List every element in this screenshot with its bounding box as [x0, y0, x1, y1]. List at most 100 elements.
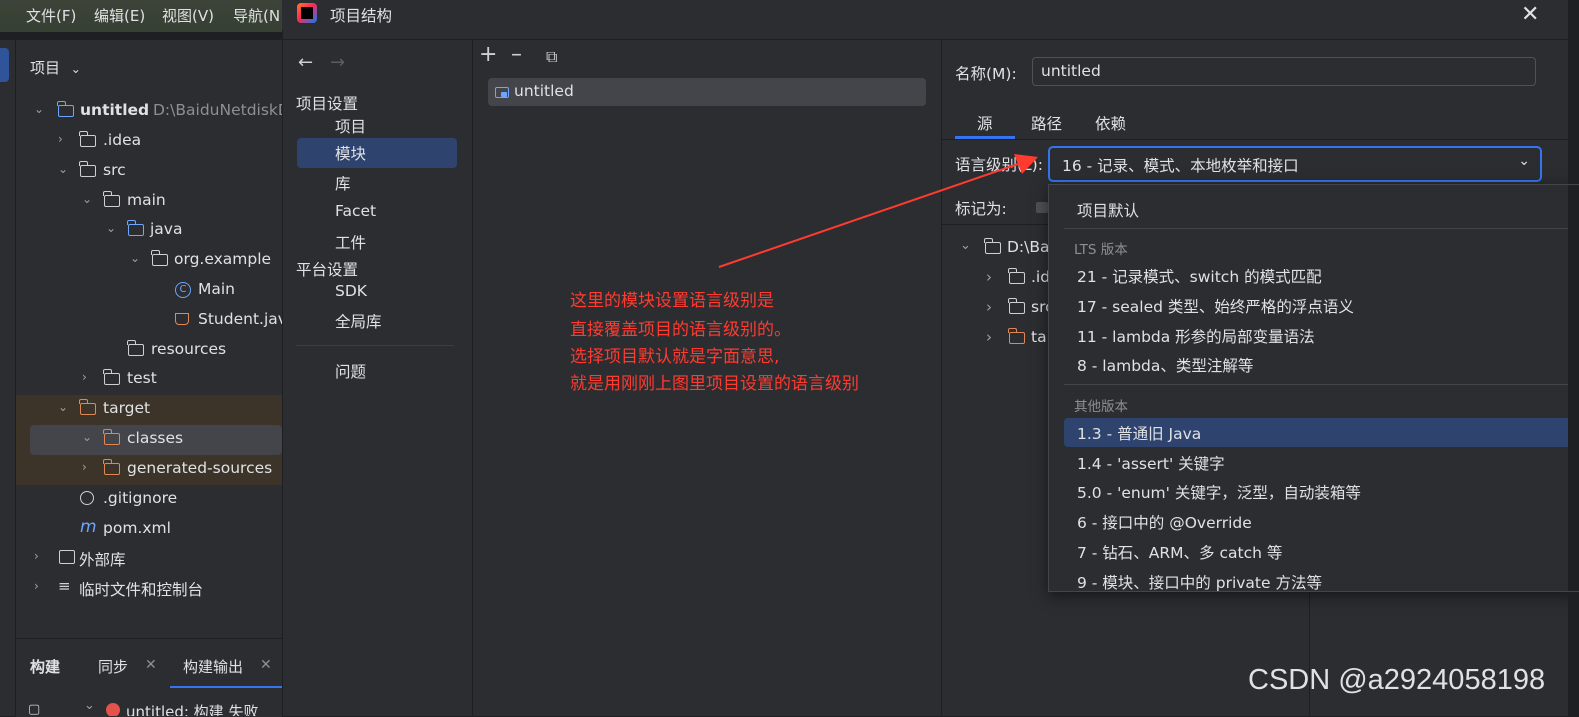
tree-row-external-libraries[interactable]: › 外部库: [16, 544, 282, 574]
option-java-21[interactable]: 21 - 记录模式、switch 的模式匹配: [1064, 261, 1579, 290]
project-panel-header[interactable]: 项目 ⌄: [30, 57, 81, 78]
tree-row-resources[interactable]: resources: [16, 336, 282, 366]
chevron-down-icon[interactable]: ⌄: [106, 222, 118, 234]
excluded-folder-icon: [103, 429, 120, 445]
tree-row-pom[interactable]: m pom.xml: [16, 515, 282, 545]
tab-sources[interactable]: 源: [977, 112, 993, 134]
tree-row-idea[interactable]: › .idea: [16, 127, 282, 157]
close-icon[interactable]: ✕: [260, 657, 272, 673]
nav-item-artifacts[interactable]: 工件: [297, 227, 457, 257]
option-java-9[interactable]: 9 - 模块、接口中的 private 方法等: [1064, 567, 1579, 591]
tree-label: target: [103, 399, 151, 417]
tree-row-generated-sources[interactable]: › generated-sources: [16, 455, 282, 485]
dropdown-divider: [1064, 228, 1579, 229]
remove-icon[interactable]: –: [511, 44, 522, 66]
tree-row-student[interactable]: Student.jav: [16, 306, 287, 336]
option-java-6[interactable]: 6 - 接口中的 @Override: [1064, 507, 1579, 536]
chevron-right-icon[interactable]: ›: [82, 371, 94, 383]
option-java-5[interactable]: 5.0 - 'enum' 关键字，泛型，自动装箱等: [1064, 477, 1579, 506]
panel-divider: [1309, 592, 1310, 716]
window-edge: [1568, 0, 1579, 716]
chevron-down-icon[interactable]: ⌄: [58, 401, 70, 413]
tree-row-test[interactable]: › test: [16, 365, 282, 395]
nav-item-project[interactable]: 项目: [297, 111, 457, 141]
forward-arrow-icon[interactable]: →: [330, 52, 345, 73]
nav-item-modules[interactable]: 模块: [297, 138, 457, 168]
close-icon[interactable]: ✕: [145, 657, 157, 673]
tree-row-main-class[interactable]: C Main: [16, 276, 282, 306]
tree-row-gitignore[interactable]: .gitignore: [16, 485, 282, 515]
module-list-item[interactable]: untitled: [488, 78, 926, 106]
chevron-down-icon[interactable]: ⌄: [82, 431, 94, 443]
chevron-down-icon[interactable]: ⌄: [84, 699, 95, 713]
nav-item-sdk[interactable]: SDK: [297, 278, 457, 308]
tree-row-src[interactable]: ⌄ src: [16, 157, 282, 187]
close-icon[interactable]: ✕: [1521, 2, 1539, 27]
source-folder-icon: [127, 220, 144, 236]
chevron-down-icon: ⌄: [1518, 153, 1530, 169]
option-label: 11 - lambda 形参的局部变量语法: [1077, 328, 1315, 346]
chevron-down-icon[interactable]: ⌄: [82, 193, 94, 205]
folder-icon: [103, 369, 120, 385]
nav-item-problems[interactable]: 问题: [297, 356, 457, 386]
tree-row-scratches[interactable]: › ≡ 临时文件和控制台: [16, 574, 282, 604]
nav-item-facets[interactable]: Facet: [297, 198, 457, 228]
option-java-17[interactable]: 17 - sealed 类型、始终严格的浮点语义: [1064, 291, 1579, 320]
excluded-folder-icon: [79, 399, 96, 415]
language-level-select[interactable]: 16 - 记录、模式、本地枚举和接口 ⌄: [1048, 146, 1542, 182]
menu-navigate[interactable]: 导航(N: [233, 5, 280, 26]
copy-icon[interactable]: ⧉: [546, 46, 557, 68]
menu-file[interactable]: 文件(F): [26, 5, 76, 26]
option-java-11[interactable]: 11 - lambda 形参的局部变量语法: [1064, 321, 1579, 350]
nav-label: Facet: [335, 202, 377, 220]
folder-icon: [79, 161, 96, 177]
nav-label: SDK: [335, 282, 367, 300]
option-label: 7 - 钻石、ARM、多 catch 等: [1077, 544, 1283, 562]
tree-row-main[interactable]: ⌄ main: [16, 187, 282, 217]
nav-label: 模块: [335, 145, 367, 163]
tree-row-untitled[interactable]: ⌄ untitled D:\BaiduNetdiskD: [16, 97, 290, 127]
chevron-right-icon[interactable]: ›: [34, 550, 46, 562]
error-icon: [106, 703, 120, 716]
ignore-file-icon: [80, 491, 94, 505]
chevron-right-icon[interactable]: ›: [82, 461, 94, 473]
chevron-right-icon[interactable]: ›: [58, 133, 70, 145]
tree-label: test: [127, 369, 157, 387]
menu-view[interactable]: 视图(V): [162, 5, 214, 26]
chevron-down-icon[interactable]: ⌄: [130, 252, 142, 264]
nav-item-global-libraries[interactable]: 全局库: [297, 306, 457, 336]
tab-dependencies[interactable]: 依赖: [1095, 112, 1126, 134]
tree-row-target[interactable]: ⌄ target: [16, 395, 282, 425]
option-java-1-4[interactable]: 1.4 - 'assert' 关键字: [1064, 448, 1579, 477]
chevron-right-icon[interactable]: ›: [986, 298, 992, 316]
option-java-1-3[interactable]: 1.3 - 普通旧 Java: [1064, 418, 1579, 447]
chevron-right-icon[interactable]: ›: [986, 328, 992, 346]
tab-sync[interactable]: 同步: [98, 656, 128, 677]
nav-item-libraries[interactable]: 库: [297, 168, 457, 198]
tree-row-java[interactable]: ⌄ java: [16, 216, 282, 246]
option-java-8[interactable]: 8 - lambda、类型注解等: [1064, 350, 1579, 379]
tree-row-org-example[interactable]: ⌄ org.example: [16, 246, 282, 276]
tree-label: resources: [151, 340, 227, 358]
chevron-right-icon[interactable]: ›: [34, 580, 46, 592]
tree-label: org.example: [174, 250, 272, 268]
option-project-default[interactable]: 项目默认: [1064, 195, 1579, 224]
rerun-icon[interactable]: ▢: [28, 702, 40, 716]
project-tool-button[interactable]: [0, 48, 9, 82]
tree-row-classes[interactable]: ⌄ classes: [30, 425, 282, 455]
menu-edit[interactable]: 编辑(E): [94, 5, 145, 26]
annotation-line-3: 选择项目默认就是字面意思,: [570, 347, 780, 367]
tab-paths[interactable]: 路径: [1031, 112, 1062, 134]
chevron-down-icon[interactable]: ⌄: [34, 103, 46, 115]
option-label: 21 - 记录模式、switch 的模式匹配: [1077, 268, 1322, 286]
module-name-input[interactable]: untitled: [1032, 57, 1536, 86]
back-arrow-icon[interactable]: ←: [298, 52, 313, 73]
add-icon[interactable]: +: [479, 44, 497, 66]
folder-icon: [79, 131, 96, 147]
chevron-down-icon[interactable]: ⌄: [58, 163, 70, 175]
dropdown-divider: [1064, 384, 1579, 385]
tab-build-output[interactable]: 构建输出: [183, 656, 243, 677]
option-java-7[interactable]: 7 - 钻石、ARM、多 catch 等: [1064, 537, 1579, 566]
tree-label: .gitignore: [103, 489, 178, 507]
menu-divider: [0, 32, 282, 40]
